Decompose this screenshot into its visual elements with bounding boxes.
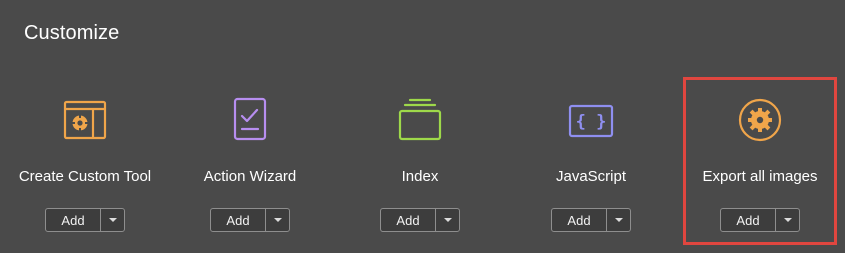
add-dropdown-button[interactable] <box>607 209 630 231</box>
tool-javascript[interactable]: { } JavaScript Add <box>506 88 676 238</box>
add-dropdown-button[interactable] <box>436 209 459 231</box>
tool-export-all-images[interactable]: Export all images Add <box>675 88 845 238</box>
chevron-down-icon <box>273 218 282 222</box>
tool-action-wizard[interactable]: Action Wizard Add <box>165 88 335 238</box>
add-dropdown-button[interactable] <box>101 209 124 231</box>
add-button[interactable]: Add <box>46 209 101 231</box>
add-button[interactable]: Add <box>721 209 776 231</box>
add-button[interactable]: Add <box>552 209 607 231</box>
action-wizard-checklist-icon <box>233 97 267 141</box>
add-split-button: Add <box>210 208 290 232</box>
index-stack-icon <box>398 98 442 141</box>
tool-index[interactable]: Index Add <box>335 88 505 238</box>
svg-text:{ }: { } <box>576 112 607 132</box>
add-button[interactable]: Add <box>381 209 436 231</box>
javascript-braces-icon: { } <box>568 104 614 138</box>
tool-label: Index <box>401 168 439 185</box>
add-split-button: Add <box>720 208 800 232</box>
add-split-button: Add <box>45 208 125 232</box>
tool-label: JavaScript <box>555 168 627 185</box>
chevron-down-icon <box>443 218 452 222</box>
add-dropdown-button[interactable] <box>776 209 799 231</box>
chevron-down-icon <box>783 218 792 222</box>
tool-label: Create Custom Tool <box>18 168 152 185</box>
chevron-down-icon <box>108 218 117 222</box>
tool-create-custom-tool[interactable]: Create Custom Tool Add <box>0 88 170 238</box>
add-split-button: Add <box>380 208 460 232</box>
custom-tool-gear-icon <box>63 100 107 140</box>
export-images-gear-icon <box>738 98 782 142</box>
chevron-down-icon <box>614 218 623 222</box>
tool-label: Action Wizard <box>203 168 297 185</box>
add-split-button: Add <box>551 208 631 232</box>
section-title: Customize <box>24 22 120 44</box>
add-dropdown-button[interactable] <box>266 209 289 231</box>
add-button[interactable]: Add <box>211 209 266 231</box>
tool-label: Export all images <box>702 168 818 185</box>
